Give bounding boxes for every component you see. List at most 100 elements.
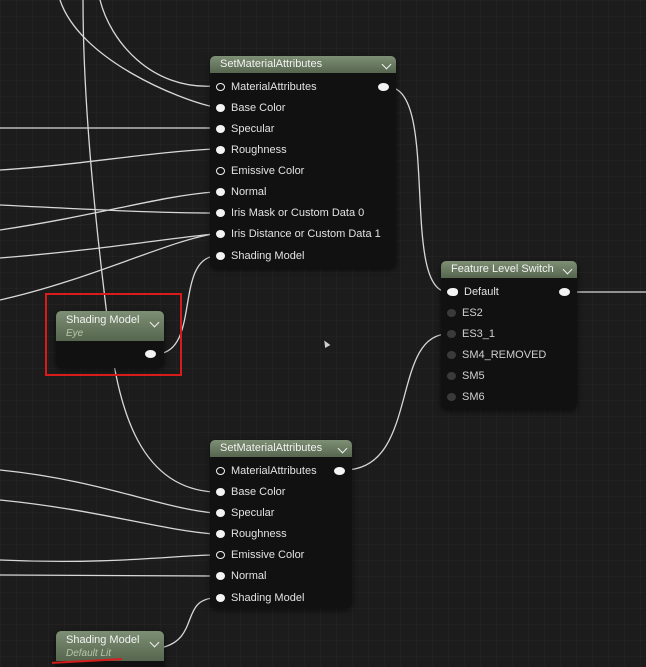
pin-iris-mask[interactable]: Iris Mask or Custom Data 0 bbox=[216, 202, 364, 223]
pin-icon bbox=[216, 487, 225, 496]
pin-label: SM6 bbox=[462, 390, 485, 403]
pin-hollow-icon bbox=[216, 166, 225, 175]
pin-es3-1[interactable]: ES3_1 bbox=[447, 323, 495, 344]
wire bbox=[0, 554, 215, 563]
set-material-attributes-node-2[interactable]: SetMaterialAttributes MaterialAttributes… bbox=[210, 440, 352, 608]
feature-level-switch-node[interactable]: Feature Level Switch Default ES2 ES3_1 S… bbox=[441, 261, 577, 409]
pin-shading-model[interactable]: Shading Model bbox=[216, 587, 304, 608]
pin-sm5[interactable]: SM5 bbox=[447, 365, 485, 386]
pin-icon bbox=[216, 145, 225, 154]
pin-label: Emissive Color bbox=[231, 164, 305, 177]
chevron-down-icon[interactable] bbox=[381, 59, 392, 70]
wire bbox=[0, 233, 215, 301]
pin-label: Default bbox=[464, 285, 499, 298]
pin-icon bbox=[216, 593, 225, 602]
pin-label: Normal bbox=[231, 569, 267, 582]
pin-empty-icon bbox=[447, 350, 456, 359]
pin-material-attributes[interactable]: MaterialAttributes bbox=[216, 460, 317, 481]
pin-label: Shading Model bbox=[231, 591, 305, 604]
pin-empty-icon bbox=[447, 308, 456, 317]
pin-normal[interactable]: Normal bbox=[216, 181, 266, 202]
pin-sm6[interactable]: SM6 bbox=[447, 386, 485, 407]
pin-hollow-icon bbox=[216, 466, 225, 475]
pin-label: MaterialAttributes bbox=[231, 80, 317, 93]
pin-label: SM5 bbox=[462, 369, 485, 382]
pin-icon bbox=[216, 208, 225, 217]
wire bbox=[0, 574, 215, 577]
pin-icon bbox=[216, 229, 225, 238]
pin-default[interactable]: Default bbox=[447, 281, 499, 302]
chevron-down-icon[interactable] bbox=[149, 637, 160, 648]
pin-label: Specular bbox=[231, 122, 275, 135]
output-pin-icon[interactable] bbox=[334, 467, 345, 475]
pin-shading-model[interactable]: Shading Model bbox=[216, 245, 304, 266]
node-header[interactable]: SetMaterialAttributes bbox=[210, 440, 352, 457]
pin-empty-icon bbox=[447, 329, 456, 338]
node-header[interactable]: SetMaterialAttributes bbox=[210, 56, 396, 73]
pin-label: Shading Model bbox=[231, 249, 305, 262]
pin-label: Roughness bbox=[231, 527, 287, 540]
pin-emissive-color[interactable]: Emissive Color bbox=[216, 160, 304, 181]
wire bbox=[387, 86, 449, 293]
node-title: Feature Level Switch bbox=[451, 263, 554, 275]
pin-icon bbox=[216, 251, 225, 260]
pin-roughness[interactable]: Roughness bbox=[216, 523, 287, 544]
pin-base-color[interactable]: Base Color bbox=[216, 481, 285, 502]
pin-label: ES3_1 bbox=[462, 327, 496, 340]
pin-roughness[interactable]: Roughness bbox=[216, 139, 287, 160]
pin-es2[interactable]: ES2 bbox=[447, 302, 483, 323]
set-material-attributes-node-1[interactable]: SetMaterialAttributes MaterialAttributes… bbox=[210, 56, 396, 268]
pin-base-color[interactable]: Base Color bbox=[216, 97, 285, 118]
pin-label: ES2 bbox=[462, 306, 483, 319]
pin-icon bbox=[216, 187, 225, 196]
wire bbox=[99, 0, 215, 87]
pin-icon bbox=[447, 287, 458, 296]
wire bbox=[0, 191, 215, 231]
pin-iris-distance[interactable]: Iris Distance or Custom Data 1 bbox=[216, 223, 381, 244]
wire bbox=[0, 148, 215, 171]
pin-sm4-removed[interactable]: SM4_REMOVED bbox=[447, 344, 546, 365]
chevron-down-icon[interactable] bbox=[562, 264, 573, 275]
node-header[interactable]: Shading Model Default Lit bbox=[56, 631, 164, 661]
pin-empty-icon bbox=[447, 392, 456, 401]
pin-label: Base Color bbox=[231, 485, 286, 498]
pin-label: Emissive Color bbox=[231, 548, 305, 561]
pin-icon bbox=[216, 124, 225, 133]
red-highlight-box bbox=[45, 293, 182, 376]
pin-label: Iris Mask or Custom Data 0 bbox=[231, 206, 365, 219]
pin-emissive-color[interactable]: Emissive Color bbox=[216, 544, 304, 565]
wire bbox=[0, 469, 215, 514]
pin-specular[interactable]: Specular bbox=[216, 118, 274, 139]
pin-material-attributes[interactable]: MaterialAttributes bbox=[216, 76, 317, 97]
wire bbox=[343, 333, 449, 471]
pin-hollow-icon bbox=[216, 82, 225, 91]
node-title: Shading Model bbox=[66, 634, 140, 646]
node-header[interactable]: Feature Level Switch bbox=[441, 261, 577, 278]
wire bbox=[82, 0, 215, 493]
node-title: SetMaterialAttributes bbox=[220, 58, 323, 70]
node-title: SetMaterialAttributes bbox=[220, 442, 323, 454]
pin-label: Base Color bbox=[231, 101, 286, 114]
pin-label: SM4_REMOVED bbox=[462, 348, 547, 361]
wire bbox=[159, 597, 215, 649]
pin-icon bbox=[216, 571, 225, 580]
pin-icon bbox=[216, 529, 225, 538]
pin-hollow-icon bbox=[216, 550, 225, 559]
wire bbox=[0, 499, 215, 535]
pin-label: Iris Distance or Custom Data 1 bbox=[231, 227, 381, 240]
material-graph-canvas[interactable]: SetMaterialAttributes MaterialAttributes… bbox=[0, 0, 646, 667]
pin-empty-icon bbox=[447, 371, 456, 380]
wire bbox=[0, 204, 215, 214]
pin-icon bbox=[216, 103, 225, 112]
pin-label: Roughness bbox=[231, 143, 287, 156]
wire bbox=[0, 233, 215, 259]
output-pin-icon[interactable] bbox=[378, 83, 389, 91]
pin-normal[interactable]: Normal bbox=[216, 565, 266, 586]
pin-icon bbox=[216, 508, 225, 517]
pin-label: Specular bbox=[231, 506, 275, 519]
pin-label: Normal bbox=[231, 185, 267, 198]
pin-specular[interactable]: Specular bbox=[216, 502, 274, 523]
pin-label: MaterialAttributes bbox=[231, 464, 317, 477]
output-pin-icon[interactable] bbox=[559, 288, 570, 296]
chevron-down-icon[interactable] bbox=[337, 443, 348, 454]
